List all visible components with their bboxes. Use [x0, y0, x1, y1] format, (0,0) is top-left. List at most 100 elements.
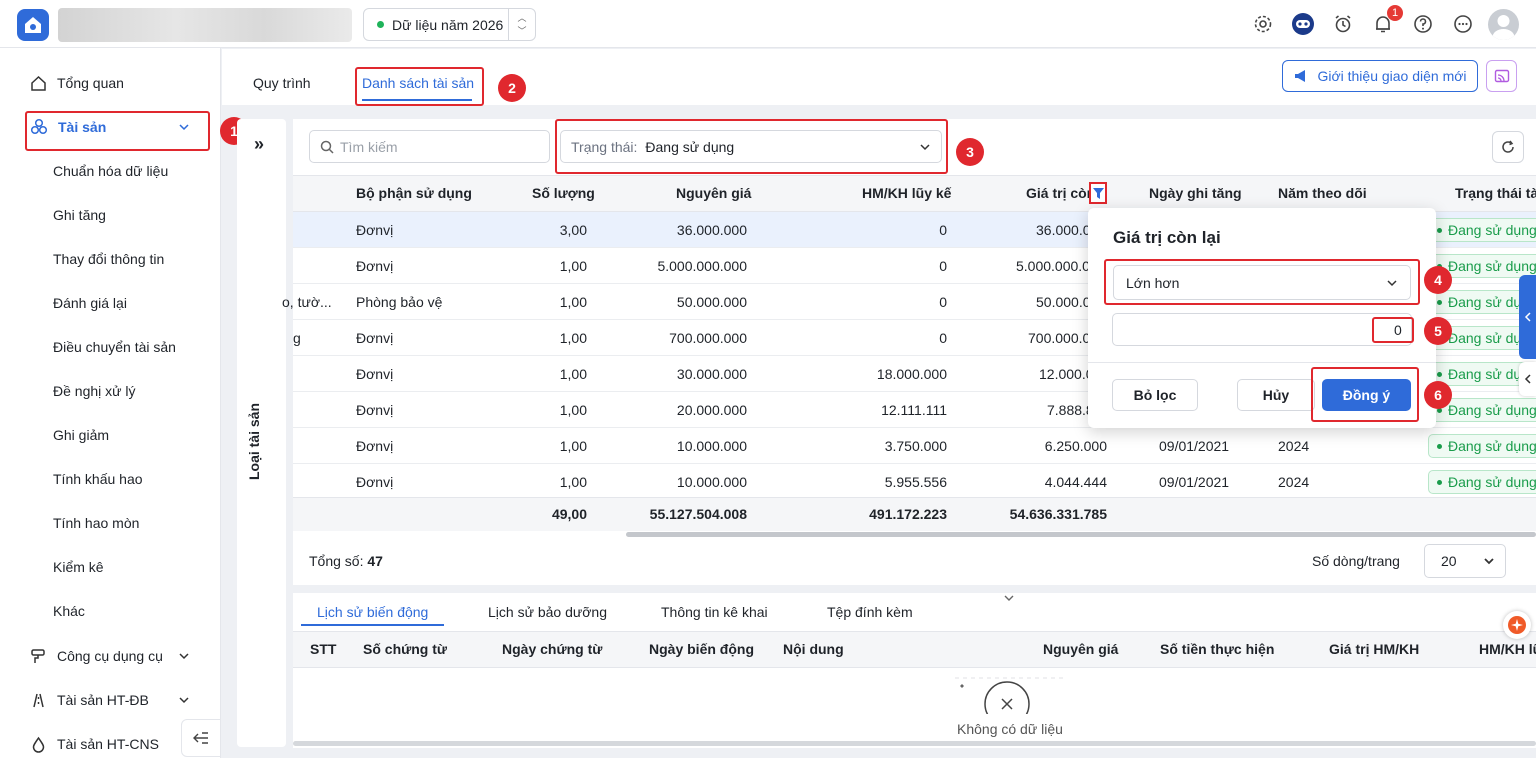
- app-logo[interactable]: [17, 9, 49, 41]
- tab-change-history[interactable]: Lịch sử biến động: [317, 604, 428, 620]
- settings-icon[interactable]: [1251, 12, 1275, 36]
- cell-remain: 6.250.000: [1044, 438, 1107, 454]
- cell-dept: Đơnvị: [356, 258, 394, 274]
- sidebar-subitem[interactable]: Ghi giảm: [53, 427, 109, 443]
- highlight-box-assets: [25, 111, 210, 151]
- filter-icon: [1092, 187, 1104, 199]
- cell-cost: 10.000.000: [676, 474, 747, 490]
- avatar[interactable]: [1488, 9, 1519, 40]
- refresh-icon: [1500, 139, 1516, 155]
- cell-cost: 10.000.000: [676, 438, 747, 454]
- callout-4: 4: [1424, 266, 1452, 294]
- cell-dept: Phòng bảo vệ: [356, 294, 443, 310]
- sidebar-subitem[interactable]: Chuẩn hóa dữ liệu: [53, 163, 168, 179]
- cast-button[interactable]: [1486, 60, 1517, 92]
- collapse-detail-icon[interactable]: [996, 593, 1022, 607]
- search-placeholder: Tìm kiếm: [340, 138, 398, 155]
- cell-dept: Đơnvị: [356, 222, 394, 238]
- chevron-down-icon[interactable]: ﹀: [517, 25, 526, 38]
- callout-6: 6: [1424, 381, 1452, 409]
- cell-name-truncated: o, tườ...: [282, 294, 332, 310]
- status-text: Đang sử dụng: [1448, 438, 1536, 454]
- cell-acc: 5.955.556: [884, 474, 947, 490]
- sidebar-subitem[interactable]: Kiểm kê: [53, 559, 104, 575]
- active-detail-tab-indicator: [301, 624, 444, 626]
- asset-type-label[interactable]: Loại tài sản: [246, 403, 262, 480]
- road-icon: [30, 692, 47, 709]
- sidebar-subitem[interactable]: Đánh giá lại: [53, 295, 127, 311]
- sidebar-subitem[interactable]: Đề nghị xử lý: [53, 383, 136, 399]
- home-icon: [30, 75, 47, 92]
- cell-acc: 18.000.000: [876, 366, 947, 382]
- year-selector[interactable]: Dữ liệu năm 2026 ︿ ﹀: [363, 8, 536, 41]
- total-acc: 491.172.223: [869, 506, 947, 522]
- intro-new-ui-button[interactable]: Giới thiệu giao diện mới: [1282, 60, 1478, 92]
- sidebar-subitem[interactable]: Tính khấu hao: [53, 471, 143, 487]
- sidebar-subitem[interactable]: Thay đổi thông tin: [53, 251, 164, 267]
- more-icon[interactable]: [1451, 12, 1475, 36]
- refresh-button[interactable]: [1492, 131, 1524, 163]
- col-header[interactable]: Ngày ghi tăng: [1149, 185, 1242, 201]
- tab-declaration-info[interactable]: Thông tin kê khai: [661, 604, 768, 620]
- col-header[interactable]: HM/KH lũy kế: [862, 185, 951, 201]
- cast-icon: [1494, 69, 1510, 83]
- horizontal-scrollbar[interactable]: [626, 532, 1536, 537]
- detail-col-header: Nội dung: [783, 641, 844, 657]
- year-stepper[interactable]: ︿ ﹀: [508, 9, 535, 40]
- cancel-button[interactable]: Hủy: [1237, 379, 1315, 411]
- cell-acc: 0: [939, 294, 947, 310]
- sidebar-subitem[interactable]: Khác: [53, 603, 85, 619]
- col-header[interactable]: Trạng thái tài: [1455, 185, 1536, 201]
- col-header[interactable]: Số lượng: [532, 185, 595, 201]
- tab-process[interactable]: Quy trình: [253, 75, 311, 91]
- col-header[interactable]: Nguyên giá: [676, 185, 751, 201]
- rows-per-page-select[interactable]: 20: [1424, 544, 1506, 578]
- sidebar-subitem[interactable]: Ghi tăng: [53, 207, 106, 223]
- sidebar-item-tools[interactable]: Công cụ dụng cụ: [0, 645, 221, 667]
- chevron-left-icon: [1524, 311, 1532, 323]
- detail-col-header: Số chứng từ: [363, 641, 448, 657]
- expand-panel-icon[interactable]: »: [254, 134, 264, 155]
- cell-remain: 50.000.0: [1036, 294, 1091, 310]
- clear-filter-button[interactable]: Bỏ lọc: [1112, 379, 1198, 411]
- col-header[interactable]: Giá trị còn: [1026, 185, 1095, 201]
- status-text: Đang sử dụng: [1448, 402, 1536, 418]
- water-drop-icon: [30, 736, 47, 753]
- col-header[interactable]: Năm theo dõi: [1278, 185, 1367, 201]
- sidebar-subitem[interactable]: Tính hao mòn: [53, 515, 139, 531]
- cell-cost: 700.000.000: [669, 330, 747, 346]
- tab-maintenance-history[interactable]: Lịch sử bảo dưỡng: [488, 604, 607, 620]
- detail-scrollbar[interactable]: [293, 741, 1536, 746]
- cell-dept: Đơnvị: [356, 402, 394, 418]
- highlight-box-operator: [1104, 259, 1420, 305]
- megaphone-icon: [1293, 69, 1309, 83]
- sparkle-icon: [1508, 616, 1526, 634]
- cell-name-truncated: g: [293, 330, 301, 346]
- assistant-icon[interactable]: [1291, 12, 1315, 36]
- total-qty: 49,00: [551, 506, 587, 522]
- ai-assistant-button[interactable]: [1503, 611, 1531, 639]
- sidebar-item-overview[interactable]: Tổng quan: [0, 72, 221, 94]
- chevron-down-icon: [178, 650, 190, 662]
- sidebar-subitem[interactable]: Điều chuyển tài sản: [53, 339, 176, 355]
- search-input[interactable]: Tìm kiếm: [309, 130, 550, 163]
- right-panel-toggle-secondary[interactable]: [1519, 362, 1536, 396]
- cell-remain: 4.044.444: [1044, 474, 1107, 490]
- filter-value-input[interactable]: [1112, 313, 1412, 346]
- sidebar-item-label: Tài sản HT-ĐB: [57, 692, 149, 708]
- cell-qty: 1,00: [559, 258, 587, 274]
- detail-col-header: Nguyên giá: [1043, 641, 1119, 657]
- collapse-sidebar-button[interactable]: [181, 719, 221, 757]
- cell-date: 09/01/2021: [1159, 474, 1230, 490]
- cell-acc: 0: [939, 222, 947, 238]
- col-header[interactable]: Bộ phận sử dụng: [356, 185, 472, 201]
- tab-attachments[interactable]: Tệp đính kèm: [827, 604, 913, 620]
- status-dot: [377, 21, 384, 28]
- column-filter-button[interactable]: [1089, 182, 1107, 204]
- chevron-up-icon[interactable]: ︿: [517, 12, 526, 25]
- right-panel-toggle[interactable]: [1519, 275, 1536, 359]
- status-badge: Đang sử dụng: [1428, 218, 1536, 242]
- alarm-icon[interactable]: [1331, 12, 1355, 36]
- sidebar-item-infrastructure[interactable]: Tài sản HT-ĐB: [0, 689, 221, 711]
- help-icon[interactable]: [1411, 12, 1435, 36]
